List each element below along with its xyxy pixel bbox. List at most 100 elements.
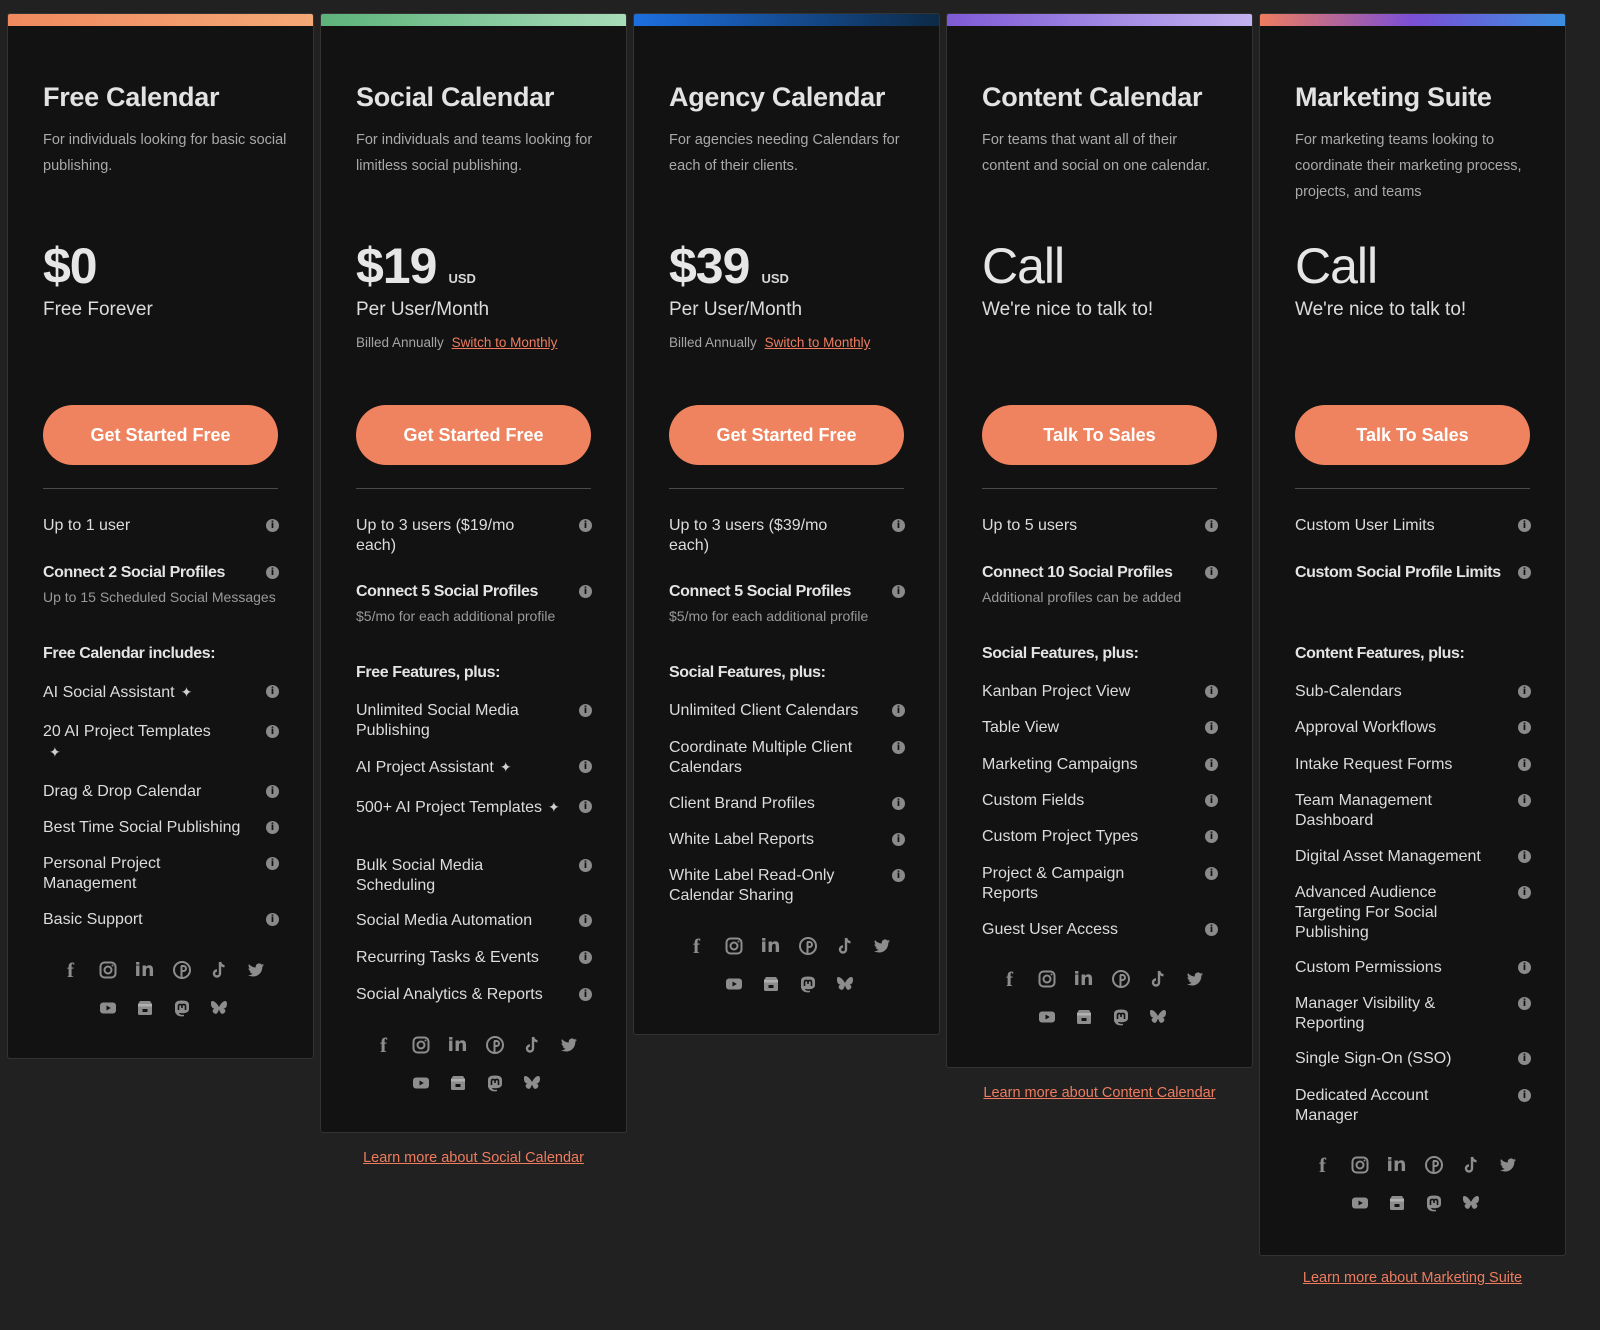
- learn-more-link[interactable]: Learn more about Social Calendar: [320, 1150, 627, 1166]
- feature-section-heading: Content Features, plus:: [1295, 644, 1535, 664]
- feature-label: Social Features, plus:: [982, 645, 1139, 662]
- info-icon[interactable]: i: [1205, 566, 1218, 579]
- info-icon[interactable]: i: [892, 869, 905, 882]
- feature-label: Social Media Automation: [356, 912, 533, 929]
- switch-to-monthly-link[interactable]: Switch to Monthly: [765, 335, 871, 350]
- info-icon[interactable]: i: [1205, 830, 1218, 843]
- learn-more-link[interactable]: Learn more about Marketing Suite: [1259, 1270, 1566, 1286]
- feature-section-heading: Social Features, plus:: [982, 644, 1222, 664]
- instagram-icon: [410, 1034, 432, 1056]
- info-icon[interactable]: i: [1518, 685, 1531, 698]
- info-icon[interactable]: i: [1518, 850, 1531, 863]
- info-icon[interactable]: i: [1518, 566, 1531, 579]
- feature-item: White Label Read-Only Calendar Sharing i: [669, 866, 909, 906]
- currency-label: USD: [448, 271, 476, 286]
- switch-to-monthly-link[interactable]: Switch to Monthly: [452, 335, 558, 350]
- info-icon[interactable]: i: [579, 951, 592, 964]
- feature-label: Connect 10 Social Profiles: [982, 564, 1173, 581]
- info-icon[interactable]: i: [266, 857, 279, 870]
- plan-period: We're nice to talk to!: [1295, 299, 1467, 320]
- feature-label: Free Calendar includes:: [43, 645, 216, 662]
- plan-color-bar: [947, 14, 1252, 26]
- info-icon[interactable]: i: [579, 519, 592, 532]
- feature-section-heading: Social Features, plus:: [669, 663, 909, 683]
- info-icon[interactable]: i: [579, 704, 592, 717]
- facebook-icon: f: [1006, 966, 1013, 991]
- price-row: $0: [43, 237, 278, 297]
- info-icon[interactable]: i: [579, 859, 592, 872]
- info-icon[interactable]: i: [1205, 519, 1218, 532]
- get-started-free-button[interactable]: Get Started Free: [356, 405, 591, 465]
- feature-item: Manager Visibility & Reporting i: [1295, 994, 1535, 1034]
- get-started-free-button[interactable]: Get Started Free: [43, 405, 278, 465]
- twitter-icon: [245, 959, 267, 981]
- info-icon[interactable]: i: [1518, 794, 1531, 807]
- info-icon[interactable]: i: [1205, 721, 1218, 734]
- info-icon[interactable]: i: [579, 914, 592, 927]
- info-icon[interactable]: i: [1205, 923, 1218, 936]
- talk-to-sales-button[interactable]: Talk To Sales: [982, 405, 1217, 465]
- plan-price: Call: [1295, 238, 1378, 294]
- info-icon[interactable]: i: [266, 566, 279, 579]
- social-icon-row: [982, 998, 1222, 1036]
- feature-label: Custom User Limits: [1295, 517, 1435, 534]
- info-icon[interactable]: i: [1518, 758, 1531, 771]
- pinterest-icon: [797, 935, 819, 957]
- plan-description: For agencies needing Calendars for each …: [669, 132, 900, 174]
- info-icon[interactable]: i: [1518, 1052, 1531, 1065]
- linkedin-icon: in: [1386, 1154, 1407, 1176]
- feature-label: Bulk Social Media Scheduling: [356, 857, 484, 894]
- info-icon[interactable]: i: [1518, 1089, 1531, 1102]
- plan-title: Marketing Suite: [1295, 82, 1492, 112]
- info-icon[interactable]: i: [579, 988, 592, 1001]
- social-icon-row: f in: [1295, 1146, 1535, 1184]
- info-icon[interactable]: i: [579, 585, 592, 598]
- info-icon[interactable]: i: [1518, 997, 1531, 1010]
- info-icon[interactable]: i: [1205, 867, 1218, 880]
- info-icon[interactable]: i: [266, 821, 279, 834]
- feature-item: Coordinate Multiple Client Calendars i: [669, 738, 909, 778]
- info-icon[interactable]: i: [892, 833, 905, 846]
- info-icon[interactable]: i: [892, 741, 905, 754]
- feature-item: Guest User Access i: [982, 920, 1222, 940]
- plan-title: Agency Calendar: [669, 82, 886, 112]
- info-icon[interactable]: i: [1205, 685, 1218, 698]
- info-icon[interactable]: i: [579, 800, 592, 813]
- info-icon[interactable]: i: [266, 685, 279, 698]
- feature-label: Personal Project Management: [43, 855, 161, 892]
- feature-label: Up to 3 users ($19/mo each): [356, 517, 515, 554]
- info-icon[interactable]: i: [892, 797, 905, 810]
- price-row: Call: [982, 237, 1217, 297]
- feature-item: Single Sign-On (SSO) i: [1295, 1049, 1535, 1069]
- get-started-free-button[interactable]: Get Started Free: [669, 405, 904, 465]
- info-icon[interactable]: i: [1518, 961, 1531, 974]
- info-icon[interactable]: i: [892, 519, 905, 532]
- plan-price: Call: [982, 238, 1065, 294]
- feature-item: AI Project Assistant ✦ i: [356, 757, 596, 778]
- feature-label: Project & Campaign Reports: [982, 865, 1125, 902]
- plan-card: Marketing Suite For marketing teams look…: [1259, 13, 1566, 1256]
- info-icon[interactable]: i: [892, 585, 905, 598]
- info-icon[interactable]: i: [579, 760, 592, 773]
- feature-label: Kanban Project View: [982, 683, 1131, 700]
- social-networks: f in: [1295, 1146, 1535, 1222]
- feature-item: 500+ AI Project Templates ✦ i: [356, 797, 596, 818]
- info-icon[interactable]: i: [266, 519, 279, 532]
- info-icon[interactable]: i: [266, 785, 279, 798]
- info-icon[interactable]: i: [1518, 886, 1531, 899]
- plan-card: Social Calendar For individuals and team…: [320, 13, 627, 1133]
- info-icon[interactable]: i: [1518, 519, 1531, 532]
- info-icon[interactable]: i: [1205, 758, 1218, 771]
- feature-item: Drag & Drop Calendar i: [43, 782, 283, 802]
- info-icon[interactable]: i: [892, 704, 905, 717]
- info-icon[interactable]: i: [266, 913, 279, 926]
- facebook-icon: f: [380, 1032, 387, 1057]
- talk-to-sales-button[interactable]: Talk To Sales: [1295, 405, 1530, 465]
- learn-more-link[interactable]: Learn more about Content Calendar: [946, 1085, 1253, 1101]
- feature-item: 20 AI Project Templates ✦ i: [43, 722, 283, 763]
- info-icon[interactable]: i: [1205, 794, 1218, 807]
- feature-label: Intake Request Forms: [1295, 756, 1453, 773]
- info-icon[interactable]: i: [1518, 721, 1531, 734]
- info-icon[interactable]: i: [266, 725, 279, 738]
- plan-period: We're nice to talk to!: [982, 299, 1154, 320]
